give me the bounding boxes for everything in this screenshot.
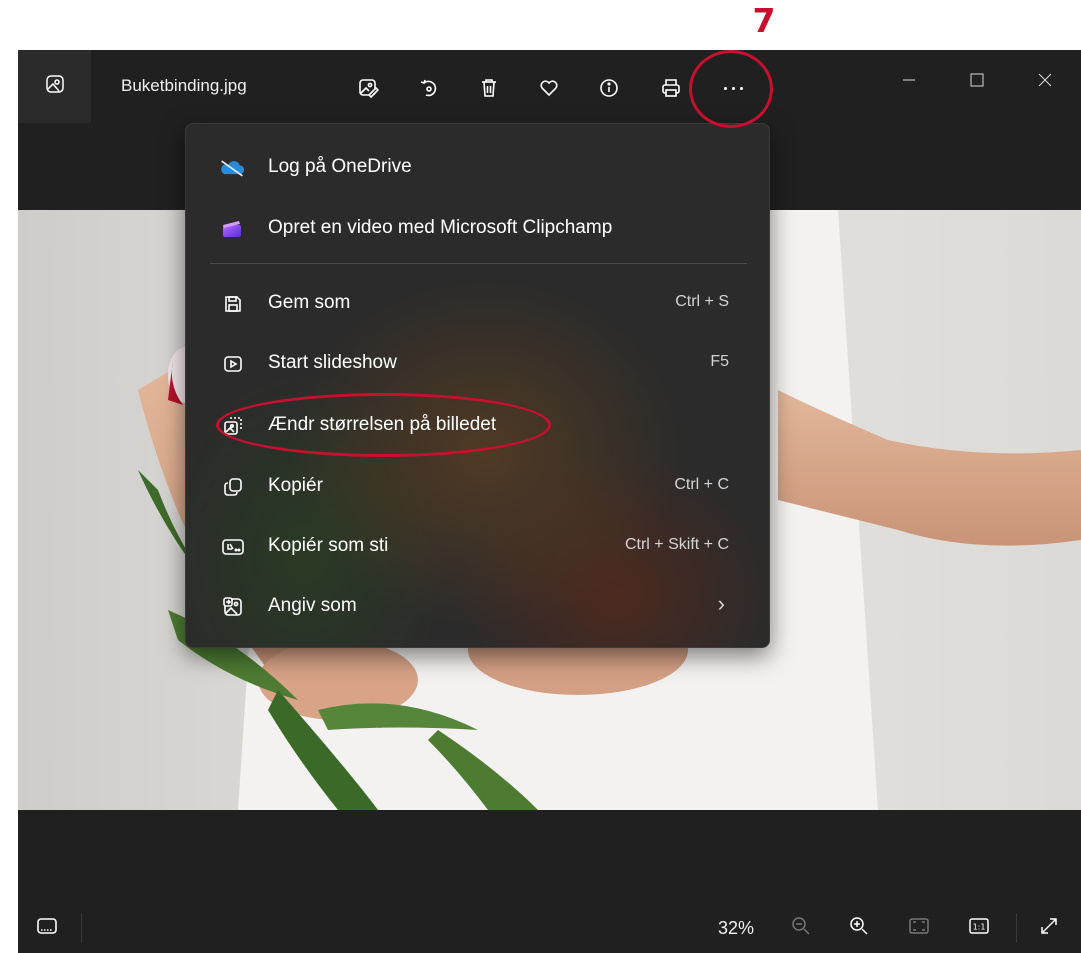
menu-item-label: Opret en video med Microsoft Clipchamp [268,217,613,238]
file-name: Buketbinding.jpg [121,76,247,95]
print-icon [660,77,682,99]
favorite-button[interactable] [531,70,567,106]
delete-icon [478,77,500,99]
menu-item-save-as[interactable]: Gem som Ctrl + S [186,274,769,334]
set-as-icon [220,594,246,620]
menu-item-label: Kopiér [268,475,323,496]
info-button[interactable] [591,70,627,106]
clipchamp-icon [219,216,245,242]
fit-icon [908,916,930,941]
menu-item-label: Kopiér som sti [268,535,389,556]
slideshow-icon [220,351,246,377]
actual-size-icon: 1:1 [968,916,990,941]
close-button[interactable] [1022,64,1068,100]
chevron-right-icon: › [717,591,725,616]
fit-to-window-button[interactable] [904,913,934,943]
more-options-menu: Log på OneDrive Opret en video med Micro… [185,123,770,648]
zoom-out-icon [791,916,811,941]
divider [1016,913,1017,943]
minimize-icon [902,73,916,92]
menu-item-slideshow[interactable]: Start slideshow F5 [186,334,769,394]
highlight-ring-more-button [689,50,773,128]
maximize-button[interactable] [954,64,1000,100]
menu-item-copy[interactable]: Kopiér Ctrl + C [186,457,769,517]
copy-icon [220,474,246,500]
actual-size-button[interactable]: 1:1 [964,913,994,943]
gallery-button[interactable] [18,50,91,123]
copy-path-icon [220,534,246,560]
zoom-level: 32% [718,918,755,938]
zoom-out-button[interactable] [786,913,816,943]
fullscreen-icon [1039,916,1059,941]
delete-button[interactable] [471,70,507,106]
edit-image-icon [358,77,380,99]
maximize-icon [970,73,984,92]
menu-item-onedrive[interactable]: Log på OneDrive [186,138,769,198]
gallery-icon [45,74,65,99]
info-icon [598,77,620,99]
minimize-button[interactable] [886,64,932,100]
menu-item-label: Gem som [268,292,351,313]
menu-item-label: Start slideshow [268,352,397,373]
menu-item-clipchamp[interactable]: Opret en video med Microsoft Clipchamp [186,199,769,259]
save-icon [220,291,246,317]
filmstrip-button[interactable] [32,913,62,943]
zoom-in-button[interactable] [844,913,874,943]
menu-item-shortcut: Ctrl + S [675,293,729,310]
menu-item-label: Log på OneDrive [268,156,412,177]
zoom-in-icon [849,916,869,941]
svg-text:1:1: 1:1 [973,922,986,931]
rotate-button[interactable] [411,70,447,106]
edit-image-button[interactable] [351,70,387,106]
filmstrip-icon [36,916,58,941]
menu-item-label: Angiv som [268,595,357,616]
bottom-toolbar: 32% 1:1 [18,903,1081,953]
onedrive-icon [219,155,245,181]
menu-separator [210,263,747,264]
menu-item-copy-path[interactable]: Kopiér som sti Ctrl + Skift + C [186,517,769,577]
step-number-annotation: 7 [752,1,776,40]
menu-item-shortcut: Ctrl + C [674,476,729,493]
menu-item-shortcut: Ctrl + Skift + C [624,536,729,553]
divider [81,913,82,943]
fullscreen-button[interactable] [1034,913,1064,943]
close-icon [1038,73,1052,92]
menu-item-set-as[interactable]: Angiv som › [186,577,769,637]
titlebar: Buketbinding.jpg [18,50,1081,123]
print-button[interactable] [653,70,689,106]
menu-item-shortcut: F5 [710,353,729,370]
favorite-icon [538,77,560,99]
rotate-icon [418,77,440,99]
highlight-ring-resize-item [216,393,551,457]
